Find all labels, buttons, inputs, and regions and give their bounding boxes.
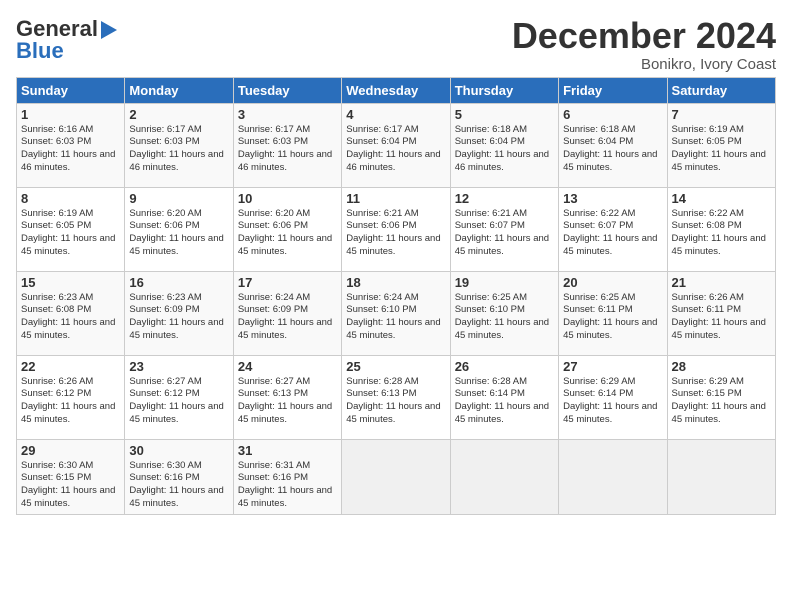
header-saturday: Saturday (667, 77, 775, 103)
header: General Blue December 2024 Bonikro, Ivor… (16, 16, 776, 73)
logo-blue: Blue (16, 38, 64, 64)
header-thursday: Thursday (450, 77, 558, 103)
table-cell: 27Sunrise: 6:29 AMSunset: 6:14 PMDayligh… (559, 355, 667, 439)
table-cell (450, 439, 558, 514)
table-cell: 11Sunrise: 6:21 AMSunset: 6:06 PMDayligh… (342, 187, 450, 271)
table-cell: 10Sunrise: 6:20 AMSunset: 6:06 PMDayligh… (233, 187, 341, 271)
table-cell: 7Sunrise: 6:19 AMSunset: 6:05 PMDaylight… (667, 103, 775, 187)
table-cell (342, 439, 450, 514)
table-cell: 20Sunrise: 6:25 AMSunset: 6:11 PMDayligh… (559, 271, 667, 355)
header-wednesday: Wednesday (342, 77, 450, 103)
table-cell: 26Sunrise: 6:28 AMSunset: 6:14 PMDayligh… (450, 355, 558, 439)
table-cell: 18Sunrise: 6:24 AMSunset: 6:10 PMDayligh… (342, 271, 450, 355)
page-container: General Blue December 2024 Bonikro, Ivor… (0, 0, 792, 523)
table-cell: 21Sunrise: 6:26 AMSunset: 6:11 PMDayligh… (667, 271, 775, 355)
table-cell: 12Sunrise: 6:21 AMSunset: 6:07 PMDayligh… (450, 187, 558, 271)
month-title: December 2024 (512, 16, 776, 56)
table-cell: 6Sunrise: 6:18 AMSunset: 6:04 PMDaylight… (559, 103, 667, 187)
table-cell: 1Sunrise: 6:16 AMSunset: 6:03 PMDaylight… (17, 103, 125, 187)
table-cell: 29Sunrise: 6:30 AMSunset: 6:15 PMDayligh… (17, 439, 125, 514)
location-title: Bonikro, Ivory Coast (512, 56, 776, 73)
table-cell: 9Sunrise: 6:20 AMSunset: 6:06 PMDaylight… (125, 187, 233, 271)
title-block: December 2024 Bonikro, Ivory Coast (512, 16, 776, 73)
table-cell: 17Sunrise: 6:24 AMSunset: 6:09 PMDayligh… (233, 271, 341, 355)
calendar-table: Sunday Monday Tuesday Wednesday Thursday… (16, 77, 776, 515)
table-cell: 2Sunrise: 6:17 AMSunset: 6:03 PMDaylight… (125, 103, 233, 187)
table-cell: 30Sunrise: 6:30 AMSunset: 6:16 PMDayligh… (125, 439, 233, 514)
header-friday: Friday (559, 77, 667, 103)
table-cell: 4Sunrise: 6:17 AMSunset: 6:04 PMDaylight… (342, 103, 450, 187)
table-cell: 8Sunrise: 6:19 AMSunset: 6:05 PMDaylight… (17, 187, 125, 271)
table-cell: 14Sunrise: 6:22 AMSunset: 6:08 PMDayligh… (667, 187, 775, 271)
table-cell (559, 439, 667, 514)
table-cell: 22Sunrise: 6:26 AMSunset: 6:12 PMDayligh… (17, 355, 125, 439)
table-cell: 3Sunrise: 6:17 AMSunset: 6:03 PMDaylight… (233, 103, 341, 187)
table-cell: 5Sunrise: 6:18 AMSunset: 6:04 PMDaylight… (450, 103, 558, 187)
table-cell (667, 439, 775, 514)
weekday-header-row: Sunday Monday Tuesday Wednesday Thursday… (17, 77, 776, 103)
table-cell: 25Sunrise: 6:28 AMSunset: 6:13 PMDayligh… (342, 355, 450, 439)
table-cell: 13Sunrise: 6:22 AMSunset: 6:07 PMDayligh… (559, 187, 667, 271)
table-cell: 24Sunrise: 6:27 AMSunset: 6:13 PMDayligh… (233, 355, 341, 439)
table-cell: 15Sunrise: 6:23 AMSunset: 6:08 PMDayligh… (17, 271, 125, 355)
header-sunday: Sunday (17, 77, 125, 103)
table-cell: 28Sunrise: 6:29 AMSunset: 6:15 PMDayligh… (667, 355, 775, 439)
table-cell: 19Sunrise: 6:25 AMSunset: 6:10 PMDayligh… (450, 271, 558, 355)
table-cell: 31Sunrise: 6:31 AMSunset: 6:16 PMDayligh… (233, 439, 341, 514)
table-cell: 16Sunrise: 6:23 AMSunset: 6:09 PMDayligh… (125, 271, 233, 355)
table-cell: 23Sunrise: 6:27 AMSunset: 6:12 PMDayligh… (125, 355, 233, 439)
header-monday: Monday (125, 77, 233, 103)
logo-arrow-icon (101, 21, 117, 39)
header-tuesday: Tuesday (233, 77, 341, 103)
logo: General Blue (16, 16, 117, 64)
